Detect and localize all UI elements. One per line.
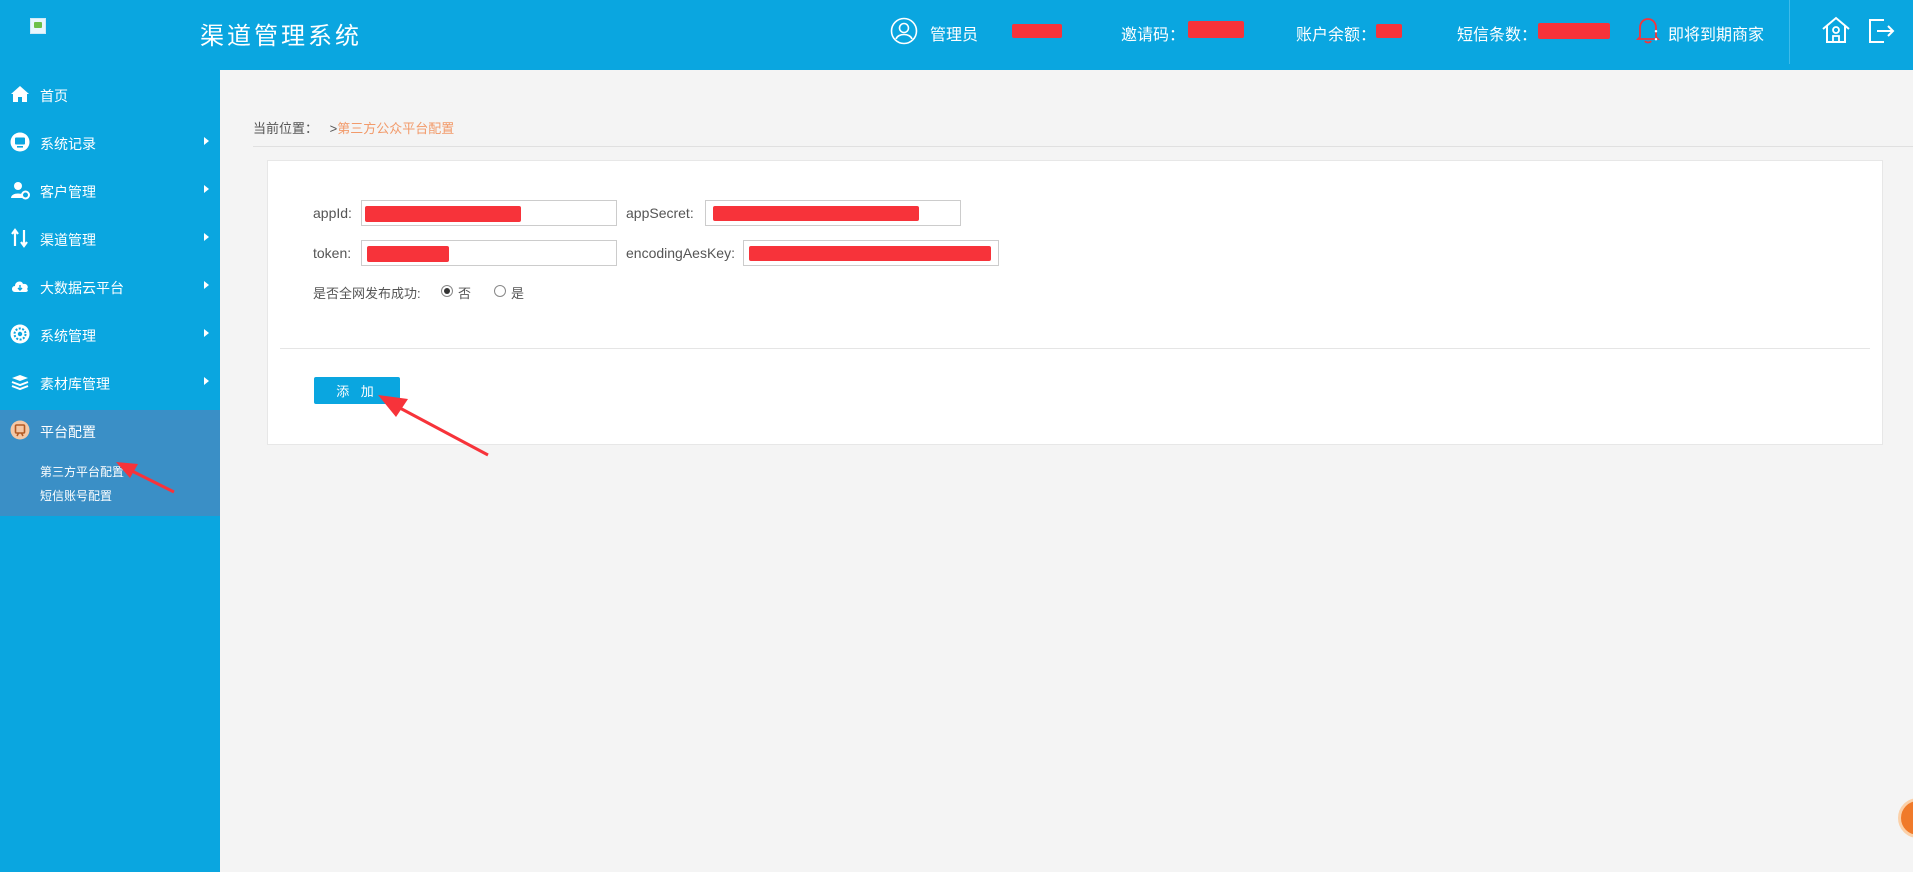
sidebar-item-system-records[interactable]: 系统记录 (0, 118, 220, 166)
layers-icon (11, 375, 29, 391)
role-label: 管理员 (930, 27, 979, 44)
chevron-right-icon (204, 185, 209, 193)
sidebar-item-big-data-cloud[interactable]: 大数据云平台 (0, 262, 220, 310)
chevron-right-icon (204, 233, 209, 241)
sidebar-item-home[interactable]: 首页 (0, 70, 220, 118)
appid-label: appId: (313, 205, 352, 221)
chevron-right-icon (204, 329, 209, 337)
annotation-arrow-sidebar (116, 462, 175, 494)
chevron-right-icon (204, 137, 209, 145)
home-icon (11, 86, 29, 102)
monitor-icon (10, 132, 30, 152)
sidebar: 首页 系统记录 客户管理 渠道管理 大数据云平台 系统管理 素材库管理 平台配置… (0, 70, 220, 872)
appsecret-label: appSecret: (626, 205, 694, 221)
sidebar-item-label: 系统管理 (40, 328, 96, 344)
app-title: 渠道管理系统 (200, 23, 362, 50)
publish-yes-radio[interactable] (494, 285, 506, 297)
sidebar-item-label: 系统记录 (40, 136, 96, 152)
encoding-aes-key-label: encodingAesKey: (626, 245, 735, 261)
home-icon[interactable] (1820, 14, 1852, 46)
balance-redaction (1376, 24, 1402, 38)
form-divider (280, 348, 1870, 349)
sms-count-label: 短信条数： (1457, 27, 1538, 44)
platform-icon (10, 420, 30, 440)
user-gear-icon (11, 182, 30, 200)
main-content: 当前位置： >第三方公众平台配置 appId: appSecret: token… (220, 70, 1913, 872)
chevron-right-icon (204, 377, 209, 385)
form-panel: appId: appSecret: token: encodingAesKey:… (267, 160, 1883, 457)
swap-icon (11, 228, 28, 248)
appsecret-redaction (713, 206, 919, 221)
top-header: 渠道管理系统 管理员 邀请码： 账户余额： 短信条数： ：即将到期商家 (0, 0, 1913, 70)
token-label: token: (313, 245, 352, 261)
sidebar-item-customers[interactable]: 客户管理 (0, 166, 220, 214)
expiring-merchants-link[interactable]: ：即将到期商家 (1652, 21, 1764, 45)
breadcrumb: 当前位置： >第三方公众平台配置 (253, 118, 454, 137)
breadcrumb-current[interactable]: 第三方公众平台配置 (337, 121, 454, 136)
user-avatar-icon (890, 17, 918, 45)
logout-icon[interactable] (1864, 14, 1896, 46)
sidebar-item-label: 首页 (40, 88, 68, 104)
sms-count-redaction (1538, 23, 1610, 39)
invite-code-redaction (1188, 21, 1244, 38)
sidebar-item-platform-config[interactable]: 平台配置 (0, 406, 220, 454)
header-divider (1789, 0, 1790, 64)
publish-no-radio[interactable] (441, 285, 453, 297)
breadcrumb-divider (253, 146, 1913, 147)
cloud-icon (12, 281, 28, 292)
annotation-arrow-add-button (378, 395, 489, 457)
sidebar-item-label: 客户管理 (40, 184, 96, 200)
sidebar-item-label: 平台配置 (40, 424, 96, 440)
sidebar-item-system-management[interactable]: 系统管理 (0, 310, 220, 358)
sidebar-item-label: 渠道管理 (40, 232, 96, 248)
appid-redaction (365, 206, 521, 222)
invite-code-label: 邀请码： (1121, 27, 1186, 44)
sidebar-item-label: 素材库管理 (40, 376, 110, 392)
breadcrumb-prefix: 当前位置： (253, 121, 319, 136)
publish-no-label[interactable]: 否 (458, 283, 471, 302)
settings-icon (10, 324, 30, 344)
token-redaction (367, 246, 449, 262)
publish-success-label: 是否全网发布成功: (313, 286, 421, 301)
publish-yes-label[interactable]: 是 (511, 283, 524, 302)
logo-image (30, 18, 46, 34)
sidebar-item-material-library[interactable]: 素材库管理 (0, 358, 220, 406)
balance-label: 账户余额： (1296, 27, 1377, 44)
sidebar-subitem-sms-account[interactable]: 短信账号配置 (40, 487, 112, 504)
sidebar-item-label: 大数据云平台 (40, 280, 124, 296)
encoding-aes-key-redaction (749, 246, 991, 261)
username-redaction (1012, 24, 1062, 38)
sidebar-item-channels[interactable]: 渠道管理 (0, 214, 220, 262)
chevron-right-icon (204, 281, 209, 289)
